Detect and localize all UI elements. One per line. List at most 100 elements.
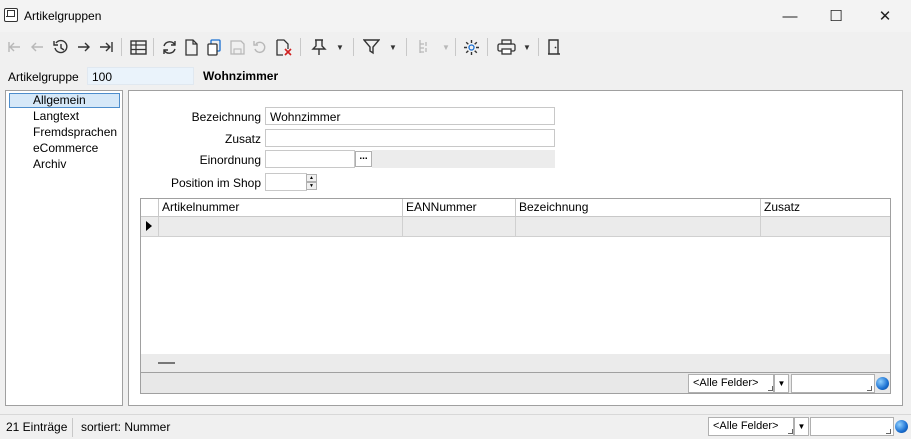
nav-item-allgemein[interactable]: Allgemein	[9, 93, 120, 108]
toolbar-separator	[353, 38, 354, 56]
resize-grip-icon	[867, 386, 872, 391]
chevron-down-icon: ▼	[336, 42, 344, 52]
refresh-icon	[162, 40, 176, 54]
new-record-button[interactable]	[181, 34, 201, 60]
nav-item-ecommerce[interactable]: eCommerce	[9, 141, 120, 156]
collapse-icon[interactable]	[158, 362, 175, 364]
minimize-button[interactable]: —	[767, 0, 813, 32]
last-record-icon	[100, 42, 113, 52]
copy-icon	[207, 38, 221, 56]
sort-status: sortiert: Nummer	[81, 420, 171, 434]
grid-field-select[interactable]: <Alle Felder>	[688, 374, 774, 393]
title-bar: Artikelgruppen — ☐ ✕	[0, 0, 911, 32]
table-view-icon	[129, 39, 147, 55]
chevron-down-icon: ▼	[797, 422, 806, 431]
window-title: Artikelgruppen	[24, 9, 102, 23]
article-group-name: Wohnzimmer	[203, 69, 279, 83]
zusatz-input[interactable]	[265, 129, 555, 147]
pin-button[interactable]	[308, 34, 330, 60]
chevron-down-icon: ▼	[442, 42, 450, 52]
status-field-select[interactable]: <Alle Felder>	[708, 417, 794, 436]
exit-button[interactable]	[543, 34, 565, 60]
exit-icon	[548, 39, 560, 55]
grid-field-dropdown[interactable]: ▼	[774, 374, 789, 393]
print-icon	[496, 39, 516, 55]
status-bar: 21 Einträge sortiert: Nummer <Alle Felde…	[0, 414, 911, 439]
column-header[interactable]: Artikelnummer	[158, 199, 402, 216]
articles-grid: Artikelnummer EANNummer Bezeichnung Zusa…	[140, 198, 891, 394]
resize-grip-icon	[788, 429, 793, 434]
table-cell[interactable]	[402, 217, 515, 236]
maximize-button[interactable]: ☐	[813, 0, 859, 32]
filter-button[interactable]	[360, 34, 382, 60]
delete-icon	[275, 38, 292, 56]
last-record-button[interactable]	[96, 34, 116, 60]
detail-panel: Bezeichnung Wohnzimmer Zusatz Einordnung…	[128, 90, 903, 406]
filter-dropdown[interactable]: ▼	[387, 34, 399, 60]
tree-view-button[interactable]	[413, 34, 435, 60]
history-button[interactable]	[50, 34, 72, 60]
stepper-down-icon[interactable]: ▼	[306, 182, 317, 190]
toolbar-separator	[538, 38, 539, 56]
table-cell[interactable]	[760, 217, 890, 236]
position-input[interactable]	[265, 173, 307, 191]
refresh-button[interactable]	[158, 34, 180, 60]
table-view-button[interactable]	[127, 34, 149, 60]
bezeichnung-label: Bezeichnung	[191, 110, 261, 124]
grid-group-bar	[141, 354, 890, 372]
save-button[interactable]	[227, 34, 247, 60]
stepper-up-icon[interactable]: ▲	[306, 174, 317, 182]
close-button[interactable]: ✕	[862, 0, 908, 32]
table-row[interactable]	[141, 217, 890, 237]
section-nav: Allgemein Langtext Fremdsprachen eCommer…	[5, 90, 123, 406]
pin-icon	[311, 38, 327, 55]
table-cell[interactable]	[515, 217, 760, 236]
globe-search-icon[interactable]	[895, 420, 908, 433]
toolbar-separator	[121, 38, 122, 56]
copy-button[interactable]	[204, 34, 224, 60]
filter-icon	[362, 39, 380, 55]
table-cell[interactable]	[158, 217, 402, 236]
tree-view-icon	[418, 40, 427, 53]
status-field-dropdown[interactable]: ▼	[794, 417, 809, 436]
grid-search-input[interactable]	[791, 374, 875, 393]
previous-record-button[interactable]	[27, 34, 47, 60]
next-record-button[interactable]	[74, 34, 94, 60]
first-record-button[interactable]	[4, 34, 24, 60]
chevron-down-icon: ▼	[777, 379, 786, 388]
article-group-label: Artikelgruppe	[8, 70, 79, 84]
print-dropdown[interactable]: ▼	[521, 34, 533, 60]
print-button[interactable]	[494, 34, 518, 60]
chevron-down-icon: ▼	[523, 42, 531, 52]
toolbar-separator	[406, 38, 407, 56]
new-record-icon	[184, 38, 198, 56]
history-icon	[53, 39, 68, 54]
einordnung-input[interactable]	[265, 150, 355, 168]
nav-item-langtext[interactable]: Langtext	[9, 109, 120, 124]
position-stepper[interactable]: ▲ ▼	[306, 174, 317, 190]
undo-button[interactable]	[250, 34, 270, 60]
record-count: 21 Einträge	[6, 420, 68, 434]
globe-search-icon[interactable]	[876, 377, 889, 390]
nav-item-fremdsprachen[interactable]: Fremdsprachen	[9, 125, 120, 140]
column-header[interactable]: Bezeichnung	[515, 199, 760, 216]
bezeichnung-input[interactable]: Wohnzimmer	[265, 107, 555, 125]
first-record-icon	[8, 42, 20, 52]
tree-view-dropdown[interactable]: ▼	[440, 34, 452, 60]
previous-record-icon	[31, 42, 43, 52]
grid-search-bar: <Alle Felder> ▼	[141, 372, 890, 393]
pin-dropdown[interactable]: ▼	[334, 34, 346, 60]
next-record-icon	[78, 42, 90, 52]
column-header[interactable]: Zusatz	[760, 199, 890, 216]
delete-button[interactable]	[273, 34, 293, 60]
column-header[interactable]: EANNummer	[402, 199, 515, 216]
status-search-input[interactable]	[810, 417, 894, 436]
einordnung-browse-button[interactable]: ...	[355, 151, 372, 167]
article-group-input[interactable]: 100	[87, 67, 194, 85]
nav-item-archiv[interactable]: Archiv	[9, 157, 120, 172]
row-indicator-icon	[146, 221, 152, 231]
settings-button[interactable]	[460, 34, 482, 60]
resize-grip-icon	[768, 386, 773, 391]
grid-header: Artikelnummer EANNummer Bezeichnung Zusa…	[141, 199, 890, 217]
resize-grip-icon	[886, 429, 891, 434]
